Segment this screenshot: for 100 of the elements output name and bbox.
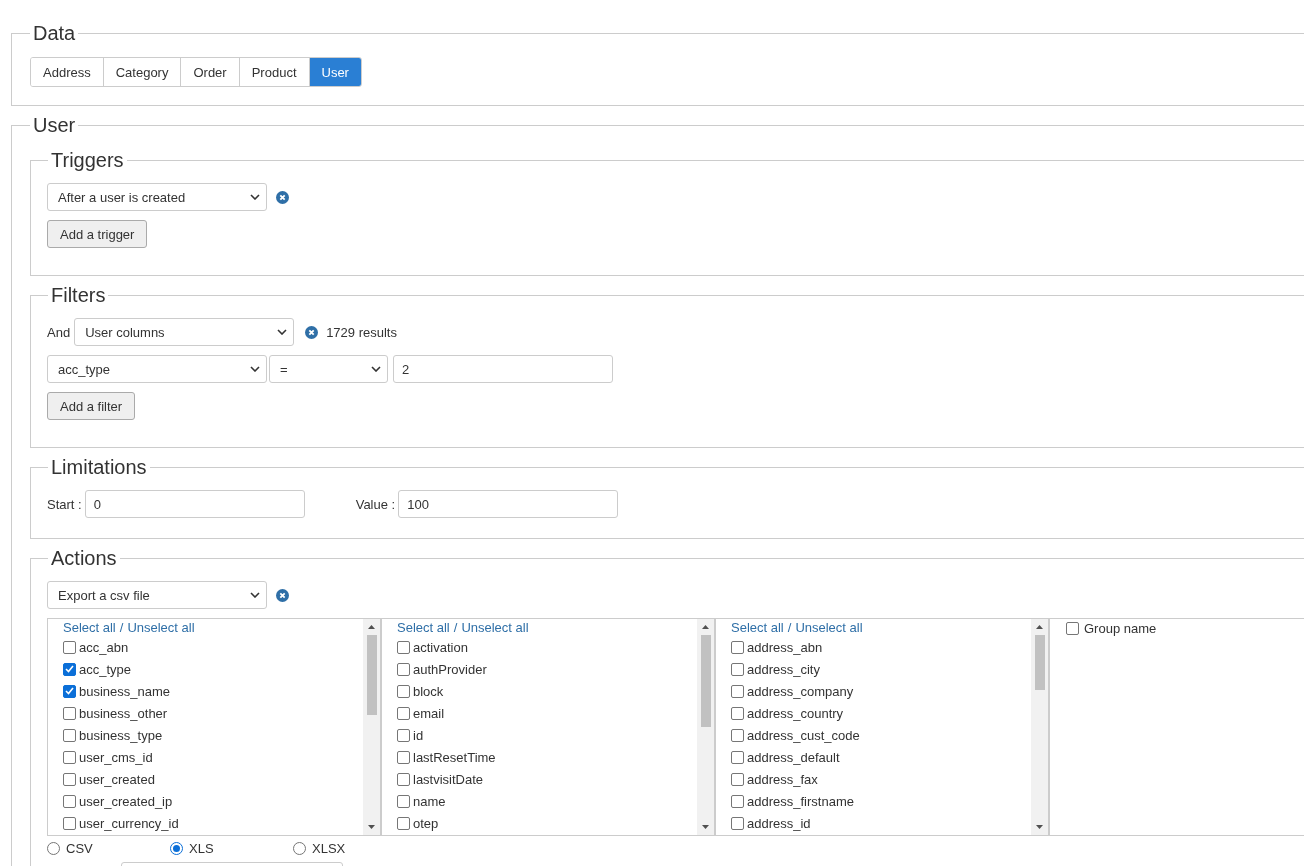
column-label: acc_abn <box>79 639 129 655</box>
scroll-down-arrow-icon[interactable] <box>368 825 375 829</box>
chevron-down-icon <box>250 592 260 598</box>
field-label: Start : <box>47 496 82 512</box>
input-field[interactable]: 0 <box>84 490 305 518</box>
checkbox[interactable] <box>731 706 744 720</box>
scrollbar-thumb[interactable] <box>366 635 377 715</box>
tab[interactable]: User <box>309 58 361 86</box>
checkbox[interactable] <box>63 794 76 808</box>
remove-icon[interactable] <box>305 325 319 339</box>
separator: / <box>787 619 792 636</box>
column-label: business_other <box>79 705 168 721</box>
column-label: address_fax <box>747 771 818 787</box>
column-label: address_country <box>747 705 844 721</box>
column-label: id <box>413 727 424 743</box>
checkbox[interactable] <box>731 640 744 654</box>
scroll-down-arrow-icon[interactable] <box>702 825 709 829</box>
radio-button[interactable] <box>47 842 60 855</box>
add-trigger-button[interactable]: Add a trigger <box>47 220 148 248</box>
input-field[interactable]: 100 <box>398 490 619 518</box>
add-filter-button[interactable]: Add a filter <box>47 392 136 420</box>
column-label: business_type <box>79 727 163 743</box>
checkbox[interactable] <box>63 816 76 830</box>
column-label: user_cms_id <box>79 749 153 765</box>
chevron-down-icon <box>277 329 288 335</box>
separator: / <box>119 619 124 636</box>
scrollbar[interactable] <box>363 619 380 835</box>
checkbox[interactable] <box>731 750 744 764</box>
checkbox[interactable] <box>397 728 410 742</box>
checkbox[interactable] <box>397 662 410 676</box>
remove-icon[interactable] <box>276 190 289 204</box>
checkbox[interactable] <box>63 750 76 764</box>
checkbox[interactable] <box>731 816 744 830</box>
radio-button[interactable] <box>170 842 183 855</box>
column-label: authProvider <box>413 661 487 677</box>
select-dropdown[interactable]: After a user is created <box>47 183 267 211</box>
checkbox[interactable] <box>731 728 744 742</box>
select-all-link[interactable]: Select all <box>63 619 116 636</box>
scroll-down-arrow-icon[interactable] <box>1036 825 1043 829</box>
scrollbar[interactable] <box>1031 619 1048 835</box>
unselect-all-link[interactable]: Unselect all <box>127 619 195 636</box>
section-title: Triggers <box>50 149 125 171</box>
checkbox[interactable] <box>63 684 76 698</box>
section-title: Data <box>32 22 77 44</box>
checkbox[interactable] <box>63 662 76 676</box>
unselect-all-link[interactable]: Unselect all <box>795 619 863 636</box>
radio-button[interactable] <box>293 842 306 855</box>
format-label: XLS <box>189 841 214 856</box>
remove-icon[interactable] <box>276 588 289 602</box>
checkbox[interactable] <box>397 706 410 720</box>
checkbox[interactable] <box>397 750 410 764</box>
checkbox[interactable] <box>397 772 410 786</box>
column-label: user_currency_id <box>79 815 179 831</box>
scroll-up-arrow-icon[interactable] <box>702 625 709 629</box>
select-all-link[interactable]: Select all <box>731 619 784 636</box>
checkbox[interactable] <box>63 706 76 720</box>
scroll-up-arrow-icon[interactable] <box>368 625 375 629</box>
column-label: address_abn <box>747 639 823 655</box>
column-label: email <box>413 705 445 721</box>
checkbox[interactable] <box>63 728 76 742</box>
scroll-up-arrow-icon[interactable] <box>1036 625 1043 629</box>
chevron-down-icon <box>250 194 260 200</box>
select-dropdown[interactable]: acc_type <box>47 355 267 383</box>
column-label: lastResetTime <box>413 749 496 765</box>
checkbox[interactable] <box>731 794 744 808</box>
column-label: user_created <box>79 771 155 787</box>
checkbox[interactable] <box>1066 622 1079 635</box>
scrollbar[interactable] <box>697 619 714 835</box>
checkmark-icon <box>65 665 74 673</box>
checkbox[interactable] <box>731 662 744 676</box>
checkbox[interactable] <box>397 684 410 698</box>
select-dropdown[interactable]: Export a csv file <box>47 581 267 609</box>
format-label: CSV <box>66 841 93 856</box>
section-title: Actions <box>50 547 118 569</box>
scrollbar-thumb[interactable] <box>700 635 711 727</box>
checkmark-icon <box>65 687 74 695</box>
select-dropdown[interactable]: User columns <box>74 318 295 346</box>
input-field[interactable]: 2 <box>393 355 613 383</box>
checkbox[interactable] <box>731 684 744 698</box>
checkbox[interactable] <box>63 640 76 654</box>
format-label: XLSX <box>312 841 346 856</box>
checkbox[interactable] <box>397 794 410 808</box>
chevron-down-icon <box>371 366 381 372</box>
conjunction-label: And <box>47 324 71 340</box>
checkbox[interactable] <box>397 640 410 654</box>
column-label: address_company <box>747 683 854 699</box>
column-label: address_cust_code <box>747 727 860 743</box>
field-label: Value : <box>355 496 396 512</box>
checkbox[interactable] <box>731 772 744 786</box>
column-label: otep <box>413 815 439 831</box>
column-label: activation <box>413 639 468 655</box>
unselect-all-link[interactable]: Unselect all <box>461 619 529 636</box>
section-title: Limitations <box>50 456 148 478</box>
scrollbar-thumb[interactable] <box>1034 635 1045 690</box>
checkbox[interactable] <box>63 772 76 786</box>
select-dropdown[interactable]: = <box>269 355 388 383</box>
checkbox[interactable] <box>397 816 410 830</box>
select-all-link[interactable]: Select all <box>397 619 450 636</box>
section-title: User <box>32 114 77 136</box>
tab[interactable]: Address <box>31 58 104 86</box>
